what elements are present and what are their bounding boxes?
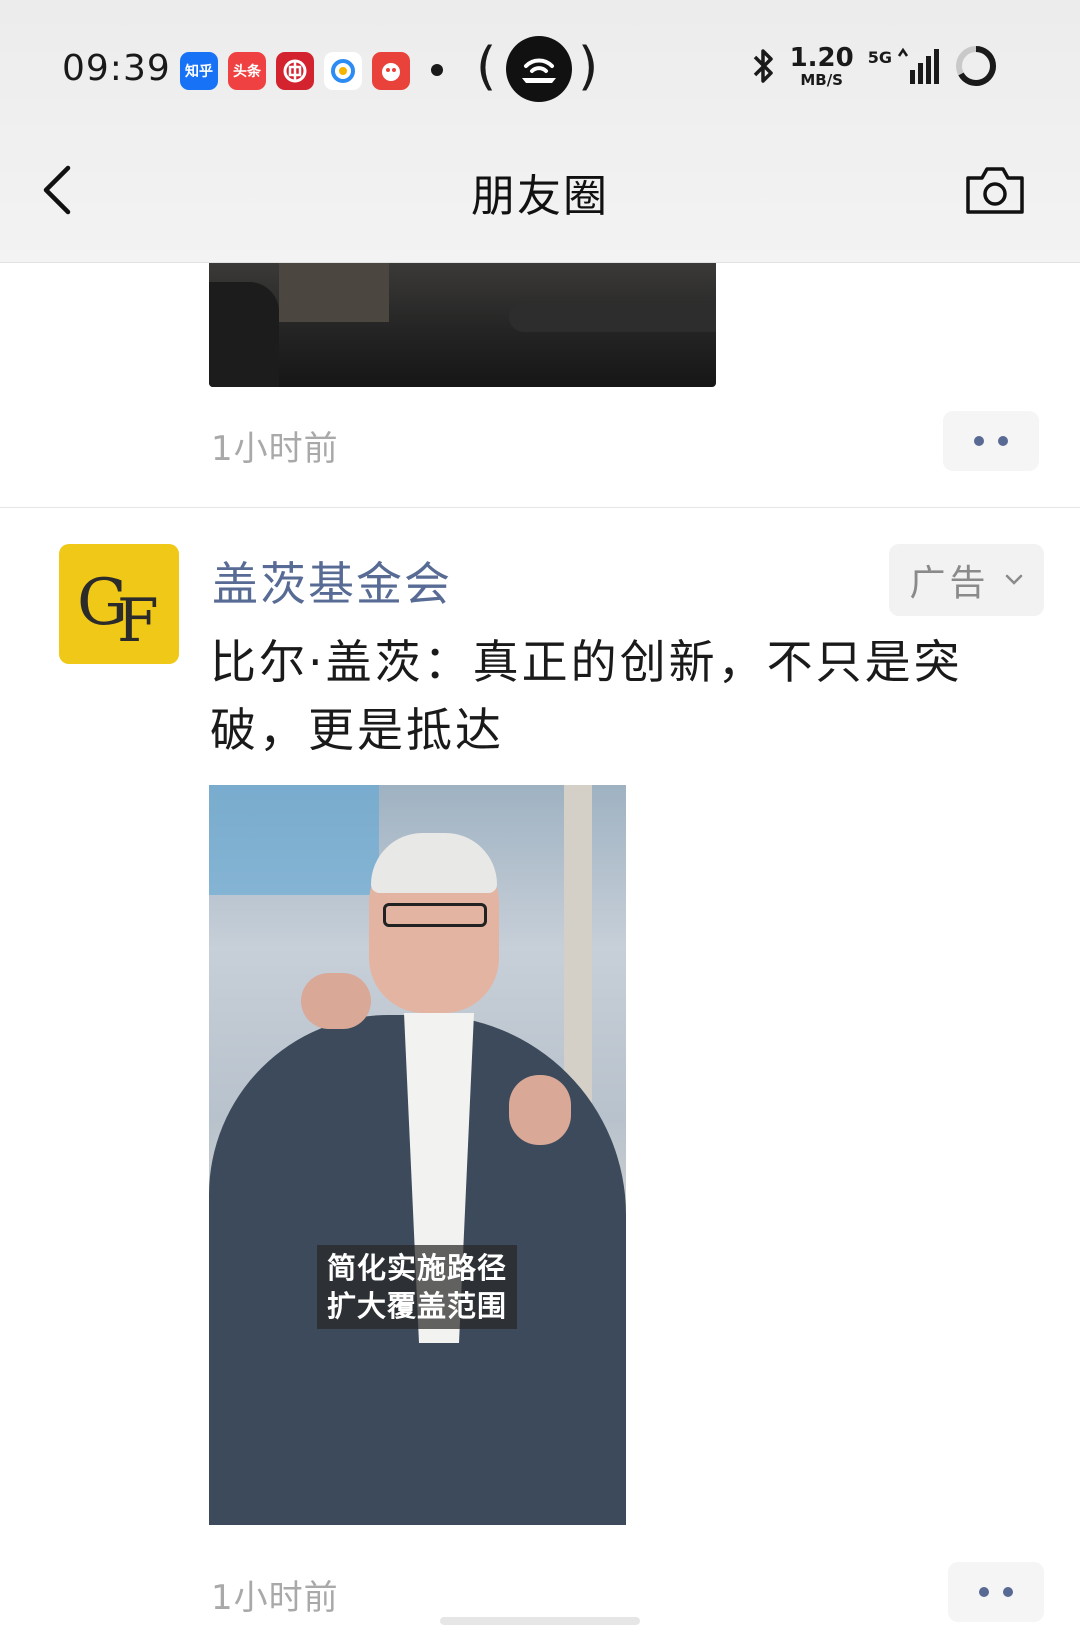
camera-button[interactable] — [964, 164, 1026, 216]
previous-post-image[interactable] — [209, 262, 716, 387]
ad-label: 广告 — [909, 563, 990, 604]
bank-app-icon — [276, 52, 314, 90]
more-dot-icon — [974, 436, 984, 446]
author-name[interactable]: 盖茨基金会 — [212, 548, 452, 614]
post-text: 比尔·盖茨：真正的创新，不只是突破，更是抵达 — [210, 635, 963, 757]
status-app-icons: 知乎 头条 — [180, 52, 410, 90]
previous-post-timestamp: 1小时前 — [211, 429, 339, 469]
hotspot-icon — [506, 36, 572, 102]
bluetooth-icon — [753, 49, 773, 83]
more-dot-icon — [1003, 1587, 1013, 1597]
battery-ring-icon — [956, 46, 996, 86]
previous-post-more-button[interactable] — [943, 411, 1039, 471]
more-dot-icon — [998, 436, 1008, 446]
top-bar: 09:39 知乎 头条 ( ) 1.20 MB/S 5G 朋友圈 — [0, 0, 1080, 263]
home-indicator — [440, 1617, 640, 1625]
post-divider — [0, 507, 1080, 508]
status-time: 09:39 — [62, 48, 171, 89]
shopping-app-icon — [372, 52, 410, 90]
toutiao-app-icon: 头条 — [228, 52, 266, 90]
net-speed: 1.20 MB/S — [789, 42, 854, 89]
post-more-button[interactable] — [948, 1562, 1044, 1622]
more-dot-icon — [979, 1587, 989, 1597]
video-thumbnail[interactable]: 简化实施路径 扩大覆盖范围 — [209, 785, 626, 1525]
video-caption: 简化实施路径 扩大覆盖范围 — [317, 1245, 518, 1329]
post-timestamp: 1小时前 — [211, 1578, 339, 1618]
hotspot-island: ( ) — [476, 36, 598, 102]
browser-app-icon — [324, 52, 362, 90]
chevron-down-icon — [1005, 574, 1022, 585]
zhihu-app-icon: 知乎 — [180, 52, 218, 90]
signal-strength-icon — [897, 47, 939, 84]
camera-icon — [966, 167, 1024, 214]
page-title: 朋友圈 — [471, 171, 609, 222]
avatar[interactable]: G F — [59, 544, 179, 664]
status-right: 1.20 MB/S 5G — [750, 44, 998, 88]
ad-badge[interactable]: 广告 — [889, 544, 1044, 616]
network-type-label: 5G — [867, 48, 892, 67]
notification-dot-icon — [431, 64, 443, 76]
